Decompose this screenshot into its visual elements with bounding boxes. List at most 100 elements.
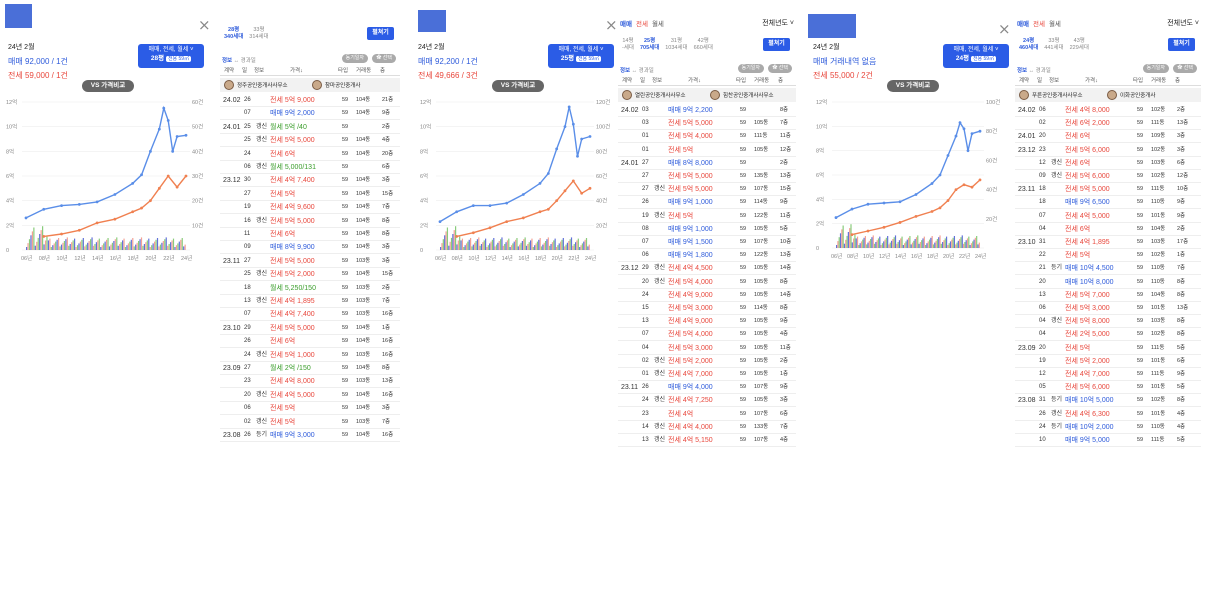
select-toggle[interactable]: ✿ 선택 [372,54,396,63]
table-row[interactable]: 20 갱신 전세 5억 4,000 59 105동 8층 [618,276,796,289]
table-row[interactable]: 25 갱신 전세 5억 5,000 59 104동 4층 [220,134,400,148]
table-row[interactable]: 08 매매 9억 1,000 59 105동 5층 [618,223,796,236]
table-row[interactable]: 07 매매 9억 1,500 59 107동 10층 [618,236,796,249]
table-row[interactable]: 02 갱신 전세 5억 2,000 59 105동 2층 [618,355,796,368]
agent-item[interactable]: 참마공인중개사 [312,80,360,90]
info-toggle[interactable]: 정보 ↔ 경과일 [1017,66,1051,74]
table-row[interactable]: 13 갱신 전세 4억 5,150 59 107동 4층 [618,434,796,447]
close-icon[interactable]: × [605,18,618,33]
trade-type-dropdown[interactable]: 매매, 전세, 월세 ˅ 25평 전용 59㎡ [548,44,614,68]
table-row[interactable]: 18 월세 5,250/150 59 103동 2층 [220,282,400,295]
table-row[interactable]: 16 갱신 전세 5억 5,000 59 104동 8층 [220,215,400,228]
table-row[interactable]: 24 등기 매매 10억 2,000 59 110동 4층 [1015,421,1201,434]
table-row[interactable]: 23.11 27 전세 5억 5,000 59 103동 3층 [220,255,400,268]
table-row[interactable]: 07 매매 9억 2,000 59 104동 9층 [220,107,400,121]
select-toggle[interactable]: ✿ 선택 [1173,64,1197,73]
table-row[interactable]: 05 전세 5억 6,000 59 101동 5층 [1015,381,1201,395]
table-row[interactable]: 04 전세 5억 3,000 59 105동 11층 [618,342,796,355]
tab-2[interactable]: 월세 [1049,21,1061,28]
registration-date-toggle[interactable]: 동기일자 [737,64,764,73]
table-row[interactable]: 06 매매 9억 1,800 59 122동 13층 [618,249,796,263]
table-row[interactable]: 21 등기 매매 10억 4,500 59 110동 7층 [1015,262,1201,276]
agent-item[interactable]: 푸른공인중개사사무소 [1019,90,1083,100]
table-row[interactable]: 23.09 20 전세 5억 59 111동 5층 [1015,342,1201,355]
table-row[interactable]: 24 전세 6억 59 104동 20층 [220,148,400,161]
table-row[interactable]: 13 전세 4억 9,000 59 105동 9층 [618,315,796,329]
table-row[interactable]: 11 전세 6억 59 104동 8층 [220,228,400,241]
close-icon[interactable]: × [998,22,1011,37]
table-row[interactable]: 27 갱신 전세 5억 5,000 59 107동 15층 [618,183,796,197]
table-row[interactable]: 24.01 25 갱신 월세 5억 /40 59 2층 [220,121,400,134]
table-row[interactable]: 24 전세 4억 9,000 59 105동 14층 [618,289,796,302]
table-row[interactable]: 02 갱신 전세 5억 59 103동 7층 [220,416,400,429]
tab-0[interactable]: 매매 [620,21,632,28]
table-row[interactable]: 09 갱신 전세 5억 6,000 59 102동 12층 [1015,170,1201,183]
table-row[interactable]: 23 전세 4억 59 107동 6층 [618,408,796,421]
table-row[interactable]: 04 전세 2억 5,000 59 102동 8층 [1015,328,1201,342]
table-row[interactable]: 27 전세 5억 59 104동 15층 [220,188,400,201]
table-row[interactable]: 24 갱신 전세 4억 7,250 59 105동 3층 [618,394,796,408]
table-row[interactable]: 01 전세 5억 4,000 59 111동 11층 [618,130,796,144]
table-row[interactable]: 23.08 26 등기 매매 9억 3,000 59 104동 16층 [220,429,400,442]
table-row[interactable]: 22 전세 5억 59 102동 1층 [1015,249,1201,263]
table-row[interactable]: 06 전세 5억 59 104동 3층 [220,402,400,416]
table-row[interactable]: 19 전세 5억 2,000 59 101동 6층 [1015,355,1201,368]
tab-0[interactable]: 매매 [1017,21,1029,28]
table-row[interactable]: 07 전세 5억 4,000 59 105동 4층 [618,328,796,342]
table-row[interactable]: 23.12 23 전세 5억 6,000 59 102동 3층 [1015,144,1201,157]
trade-type-dropdown[interactable]: 매매, 전세, 월세 ˅ 24평 전용 59㎡ [943,44,1009,68]
table-row[interactable]: 03 전세 5억 5,000 59 105동 7층 [618,117,796,131]
table-row[interactable]: 23.12 29 갱신 전세 4억 4,500 59 105동 14층 [618,262,796,276]
table-row[interactable]: 20 갱신 전세 4억 5,000 59 104동 16층 [220,389,400,402]
table-row[interactable]: 23.11 18 전세 5억 5,000 59 111동 10층 [1015,183,1201,197]
table-row[interactable]: 06 갱신 월세 5,000/131 59 6층 [220,161,400,174]
agent-item[interactable]: 정주공인중개사사무소 [224,80,288,90]
table-row[interactable]: 23.10 29 전세 5억 5,000 59 104동 1층 [220,322,400,335]
size-option[interactable]: 14평 -세대 [622,38,634,52]
size-option[interactable]: 24평 460세대 [1019,38,1038,52]
tab-1[interactable]: 전세 [1033,21,1045,28]
table-row[interactable]: 23.10 31 전세 4억 1,895 59 103동 17층 [1015,236,1201,249]
table-row[interactable]: 02 전세 6억 2,000 59 111동 13층 [1015,117,1201,131]
tab-1[interactable]: 전세 [636,21,648,28]
table-row[interactable]: 20 매매 10억 8,000 59 110동 8층 [1015,276,1201,289]
agent-item[interactable]: 열린공인중개사사무소 [622,90,686,100]
table-row[interactable]: 13 전세 5억 7,000 59 104동 8층 [1015,289,1201,302]
year-select[interactable]: 전체년도 ˅ [1167,18,1199,28]
table-row[interactable]: 04 갱신 전세 5억 8,000 59 103동 8층 [1015,315,1201,329]
table-row[interactable]: 07 전세 4억 5,000 59 101동 9층 [1015,210,1201,223]
size-option[interactable]: 33평 441세대 [1044,38,1063,52]
table-row[interactable]: 13 갱신 전세 4억 1,895 59 103동 7층 [220,295,400,308]
table-row[interactable]: 25 갱신 전세 5억 2,000 59 104동 15층 [220,268,400,282]
table-row[interactable]: 07 전세 4억 7,400 59 103동 16층 [220,308,400,322]
info-toggle[interactable]: 정보 ↔ 경과일 [620,66,654,74]
year-select[interactable]: 전체년도 ˅ [762,18,794,28]
table-row[interactable]: 24.01 27 매매 8억 8,000 59 2층 [618,157,796,170]
size-option[interactable]: 43평 229세대 [1070,38,1089,52]
table-row[interactable]: 15 전세 5억 3,000 59 114동 8층 [618,302,796,315]
size-option[interactable]: 33평 314세대 [249,27,268,41]
table-row[interactable]: 24 갱신 전세 5억 1,000 59 103동 16층 [220,349,400,362]
table-row[interactable]: 01 전세 5억 59 105동 12층 [618,144,796,157]
size-option[interactable]: 31평 1034세대 [665,38,687,52]
info-toggle[interactable]: 정보 ↔ 경과일 [222,56,256,64]
table-row[interactable]: 06 전세 5억 3,000 59 101동 13층 [1015,302,1201,315]
table-row[interactable]: 27 전세 5억 5,000 59 135동 13층 [618,170,796,183]
compare-button[interactable]: VS 가격비교 [887,80,939,92]
table-row[interactable]: 18 매매 9억 6,500 59 110동 9층 [1015,196,1201,210]
expand-button[interactable]: 펼쳐기 [763,38,790,51]
table-row[interactable]: 10 매매 9억 5,000 59 111동 5층 [1015,434,1201,447]
table-row[interactable]: 19 갱신 전세 5억 59 122동 11층 [618,210,796,223]
compare-button[interactable]: VS 가격비교 [492,80,544,92]
table-row[interactable]: 24.01 20 전세 6억 59 109동 3층 [1015,130,1201,144]
table-row[interactable]: 23.12 30 전세 4억 7,400 59 104동 3층 [220,174,400,188]
table-row[interactable]: 14 갱신 전세 4억 4,000 59 133동 7층 [618,421,796,434]
size-option[interactable]: 25평 705세대 [640,38,659,52]
table-row[interactable]: 23.09 27 월세 2억 /150 59 104동 8층 [220,362,400,375]
table-row[interactable]: 12 전세 4억 7,000 59 111동 9층 [1015,368,1201,381]
agent-item[interactable]: 힘찬공인중개사사무소 [710,90,774,100]
table-row[interactable]: 23 전세 4억 8,000 59 103동 13층 [220,375,400,389]
select-toggle[interactable]: ✿ 선택 [768,64,792,73]
table-row[interactable]: 12 갱신 전세 6억 59 103동 6층 [1015,157,1201,170]
trade-type-dropdown[interactable]: 매매, 전세, 월세 ˅ 28평 전용 59㎡ [138,44,204,68]
